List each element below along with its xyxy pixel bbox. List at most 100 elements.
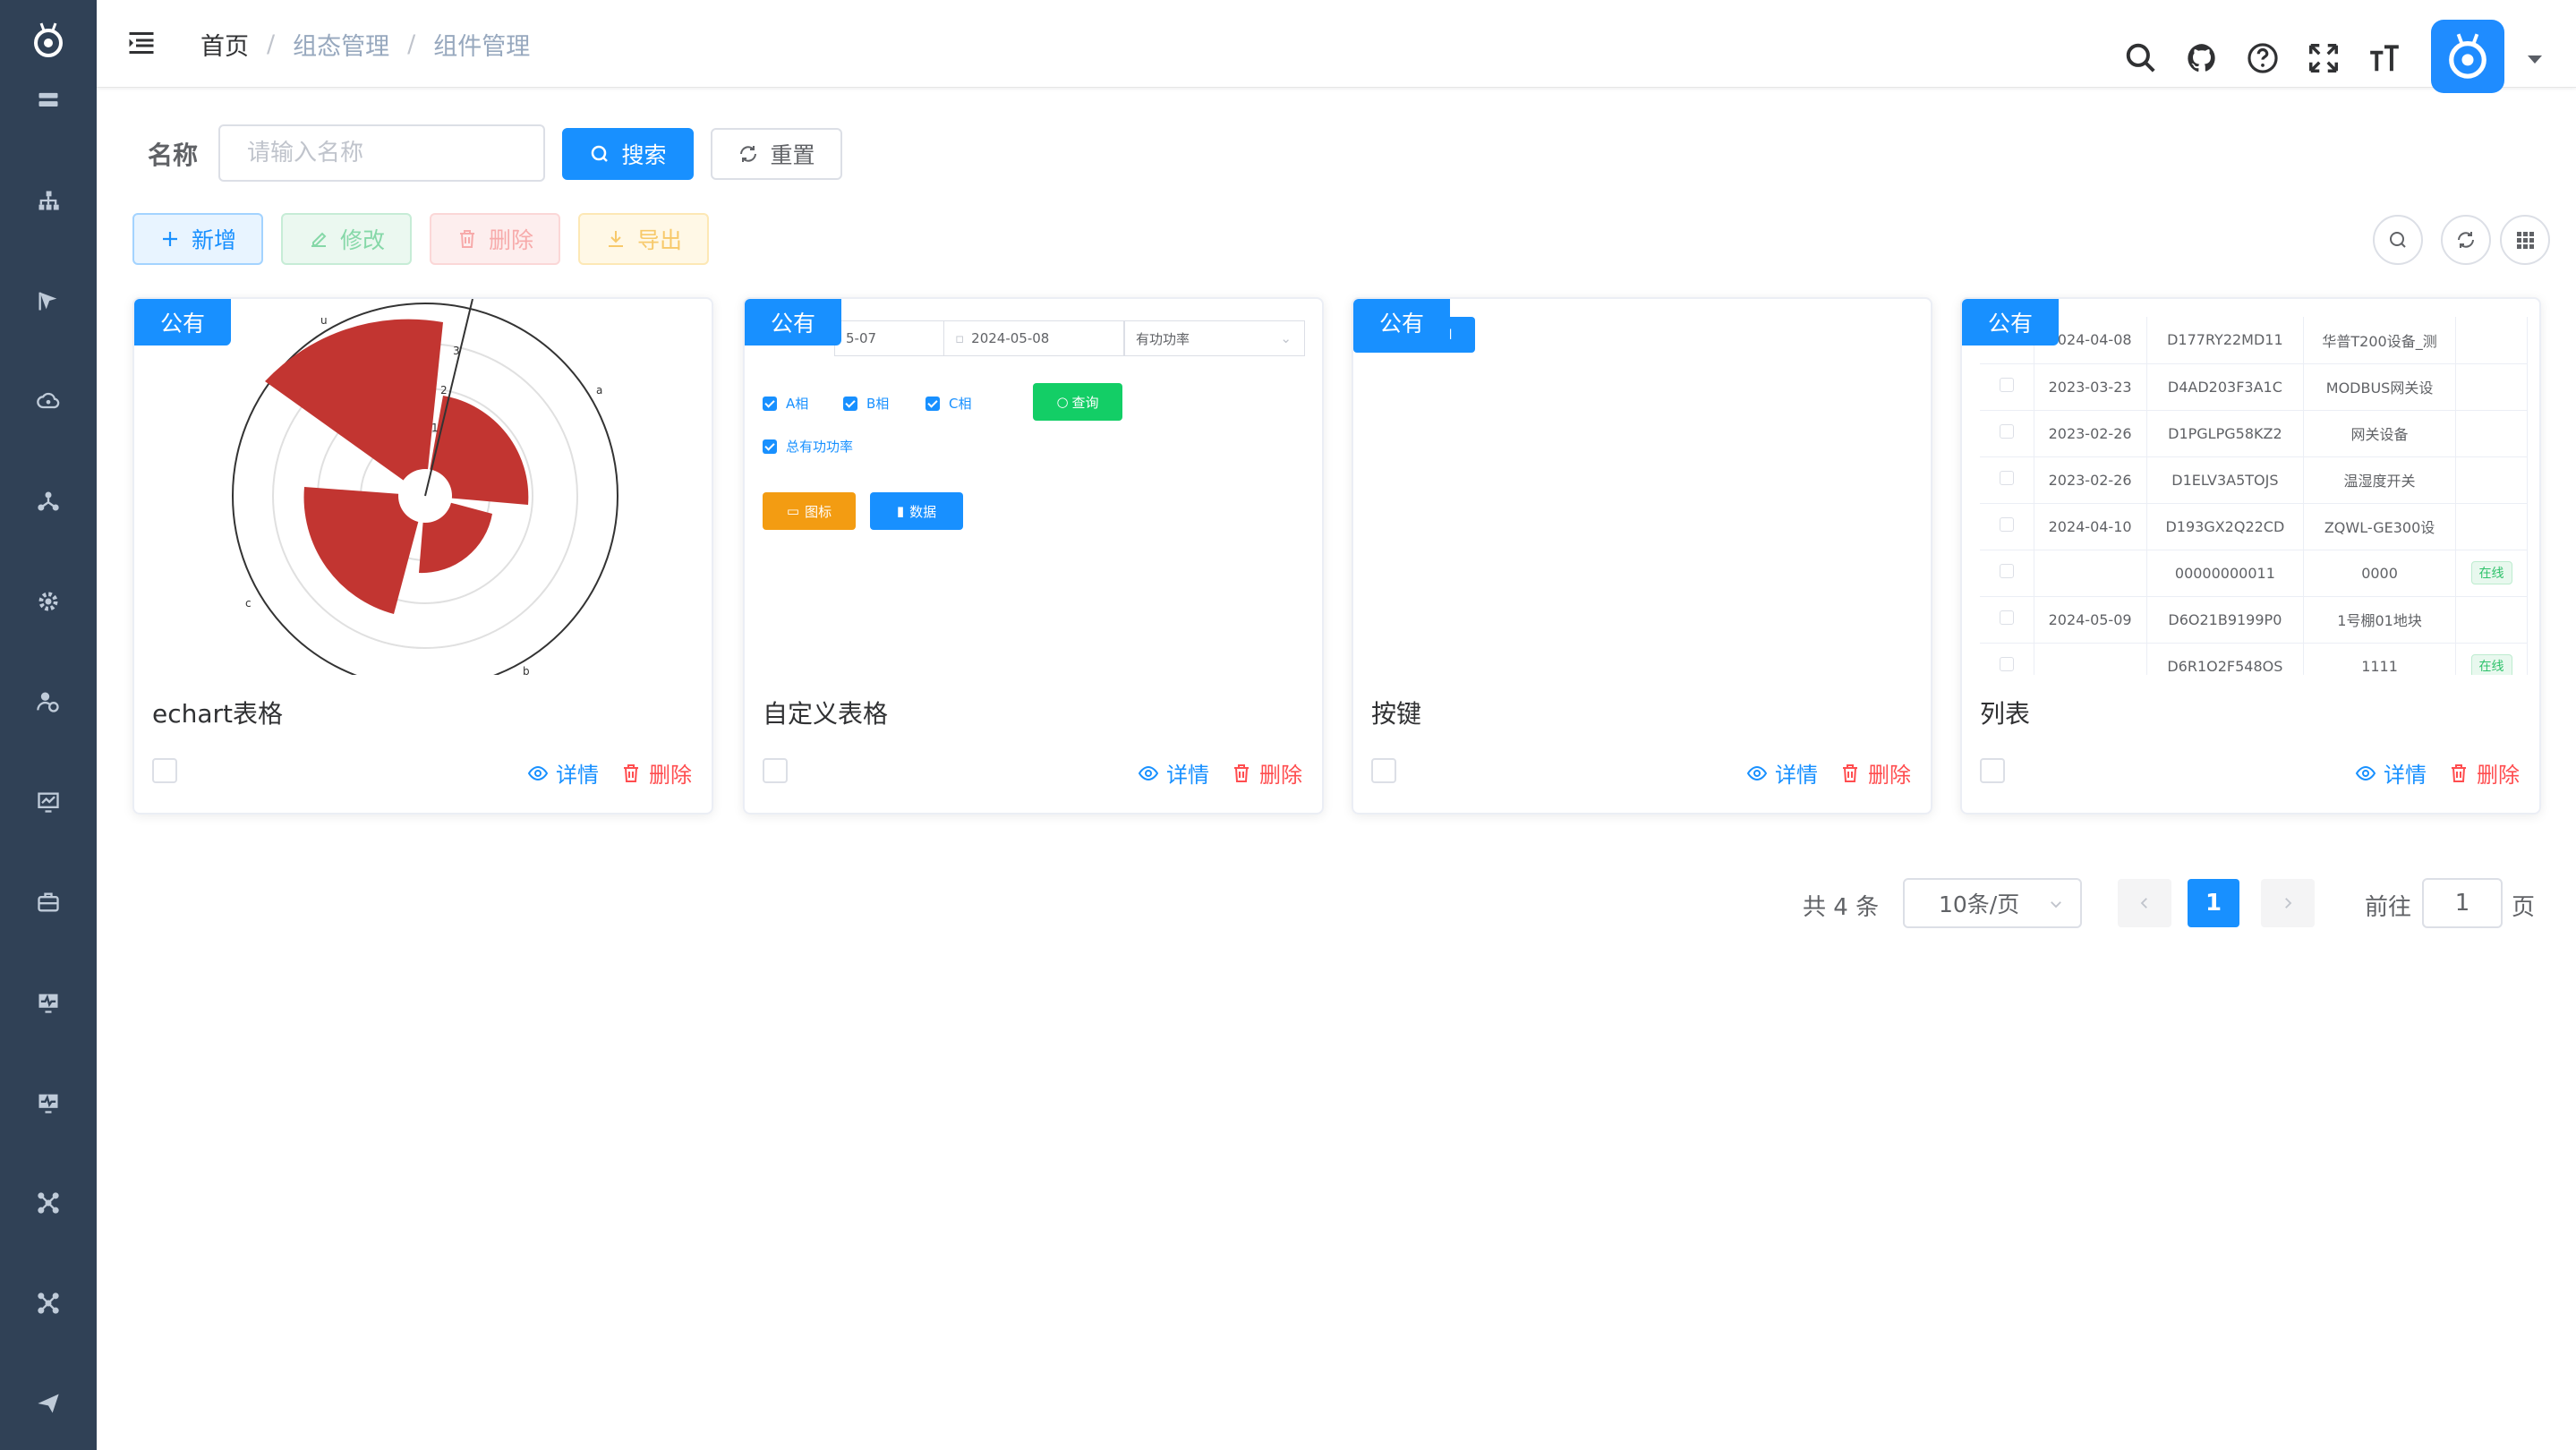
card-select-checkbox[interactable] xyxy=(763,758,788,783)
delete-button[interactable]: 删除 xyxy=(430,213,560,265)
row-serial: 00000000011 xyxy=(2146,550,2305,597)
card-select-checkbox[interactable] xyxy=(1371,758,1396,783)
detail-button-label: 详情 xyxy=(556,763,599,788)
logo-icon[interactable] xyxy=(30,20,66,61)
refresh-button[interactable] xyxy=(2441,215,2491,265)
sidebar-item-monitor[interactable] xyxy=(32,786,64,818)
detail-button[interactable]: 详情 xyxy=(2355,757,2427,789)
sidebar-item-scene-1[interactable] xyxy=(32,1187,64,1219)
sidebar-item-pulse-2[interactable] xyxy=(32,1087,64,1119)
network-icon xyxy=(38,491,59,511)
breadcrumb-home[interactable]: 首页 xyxy=(200,27,249,62)
breadcrumb-separator: / xyxy=(407,30,416,58)
row-status-cell xyxy=(2455,410,2528,457)
trash-icon xyxy=(1843,763,1857,782)
row-checkbox-cell xyxy=(1980,503,2034,550)
refresh-icon xyxy=(740,146,757,162)
github-button[interactable] xyxy=(2182,38,2222,78)
breadcrumb-separator: / xyxy=(267,30,276,58)
help-icon xyxy=(2248,43,2278,73)
page-size-select[interactable]: 10条/页 xyxy=(1903,878,2082,928)
refresh-icon xyxy=(2458,232,2474,248)
edit-button-label: 修改 xyxy=(339,227,385,253)
prev-page-button[interactable] xyxy=(2118,879,2171,927)
sidebar-item-pulse-1[interactable] xyxy=(32,986,64,1019)
menu-toggle-icon[interactable] xyxy=(125,27,158,59)
monitor-pulse-icon xyxy=(38,1094,58,1113)
reset-button[interactable]: 重置 xyxy=(711,128,842,180)
row-status-cell xyxy=(2455,456,2528,504)
eye-icon xyxy=(527,765,549,780)
search-icon xyxy=(2390,232,2406,248)
detail-button[interactable]: 详情 xyxy=(1138,757,1209,789)
sidebar-item-network[interactable] xyxy=(32,485,64,517)
row-device-name: ZQWL-GE300设 xyxy=(2303,503,2456,550)
page-number-current[interactable]: 1 xyxy=(2188,879,2239,927)
checkbox-checked-icon xyxy=(763,439,777,454)
sidebar-item-settings[interactable] xyxy=(32,585,64,618)
row-date: 2023-02-26 xyxy=(2034,410,2147,457)
card-delete-button[interactable]: 删除 xyxy=(1839,757,1911,789)
card-delete-button[interactable]: 删除 xyxy=(1231,757,1302,789)
user-menu-caret-icon[interactable] xyxy=(2528,55,2542,64)
table-row: 2023-02-26 D1PGLPG58KZ2 网关设备 xyxy=(1980,410,2528,457)
component-card[interactable]: 5-07 ▫ 2024-05-08 有功功率 ⌄ A相 B相 C相 ○ 查询 总有… xyxy=(743,297,1324,815)
sidebar-item-user[interactable] xyxy=(32,686,64,718)
row-serial: D1ELV3A5TOJS xyxy=(2146,456,2305,504)
table-row: 2024-05-09 D6O21B9199P0 1号棚01地块 xyxy=(1980,596,2528,644)
name-search-input[interactable] xyxy=(218,124,545,182)
row-checkbox xyxy=(1999,378,2014,392)
card-actions: 详情 删除 xyxy=(2333,757,2520,789)
search-button[interactable]: 搜索 xyxy=(562,128,694,180)
next-page-button[interactable] xyxy=(2261,879,2315,927)
fullscreen-button[interactable] xyxy=(2304,38,2343,78)
send-icon xyxy=(38,1394,59,1413)
card-select-checkbox[interactable] xyxy=(1980,758,2005,783)
scene-icon xyxy=(38,1292,59,1314)
sidebar-item-cloud[interactable] xyxy=(32,385,64,417)
font-size-button[interactable] xyxy=(2365,38,2404,78)
status-badge: 在线 xyxy=(2470,654,2512,675)
card-delete-button[interactable]: 删除 xyxy=(2448,757,2520,789)
sidebar-item-send[interactable] xyxy=(32,1387,64,1420)
component-card[interactable]: 3 2 1 u a b c 公有 echart表格 详情 删除 xyxy=(132,297,713,815)
component-card[interactable]: I 公有 按键 详情 删除 xyxy=(1352,297,1932,815)
row-device-name: 网关设备 xyxy=(2303,410,2456,457)
sidebar-item-scene-2[interactable] xyxy=(32,1287,64,1319)
detail-button-label: 详情 xyxy=(1775,763,1818,788)
edit-button[interactable]: 修改 xyxy=(281,213,412,265)
sidebar-item-org[interactable] xyxy=(32,184,64,217)
export-button[interactable]: 导出 xyxy=(578,213,709,265)
card-title: echart表格 xyxy=(152,699,284,729)
detail-button[interactable]: 详情 xyxy=(527,757,599,789)
avatar[interactable] xyxy=(2431,20,2504,93)
briefcase-icon xyxy=(38,892,59,912)
card-select-checkbox[interactable] xyxy=(152,758,177,783)
polar-axis-label: c xyxy=(245,597,252,610)
add-button-label: 新增 xyxy=(191,227,236,253)
detail-button[interactable]: 详情 xyxy=(1746,757,1818,789)
table-row: 2024-04-10 D193GX2Q22CD ZQWL-GE300设 xyxy=(1980,503,2528,550)
row-status-cell xyxy=(2455,596,2528,644)
row-checkbox-cell xyxy=(1980,410,2034,457)
row-serial: D177RY22MD11 xyxy=(2146,317,2305,364)
public-badge: 公有 xyxy=(745,299,841,345)
columns-button[interactable] xyxy=(2500,215,2550,265)
sidebar-item-server[interactable] xyxy=(32,84,64,116)
toggle-search-button[interactable] xyxy=(2373,215,2423,265)
sidebar-item-briefcase[interactable] xyxy=(32,886,64,918)
help-button[interactable] xyxy=(2243,38,2282,78)
row-device-name: 温湿度开关 xyxy=(2303,456,2456,504)
row-checkbox xyxy=(1999,610,2014,625)
add-button[interactable]: 新增 xyxy=(132,213,263,265)
sidebar-item-flag[interactable] xyxy=(32,285,64,317)
component-card[interactable]: 2024-04-08 D177RY22MD11 华普T200设备_测 2023-03-… xyxy=(1960,297,2541,815)
goto-page-input[interactable] xyxy=(2422,878,2503,928)
preview-check-total: 总有功功率 xyxy=(763,437,853,456)
card-delete-button[interactable]: 删除 xyxy=(620,757,692,789)
row-status-cell xyxy=(2455,363,2528,411)
preview-date-end: ▫ 2024-05-08 xyxy=(943,320,1124,356)
chevron-down-icon xyxy=(2051,901,2061,908)
header-search-button[interactable] xyxy=(2121,38,2161,78)
breadcrumb-current: 组件管理 xyxy=(433,33,531,61)
